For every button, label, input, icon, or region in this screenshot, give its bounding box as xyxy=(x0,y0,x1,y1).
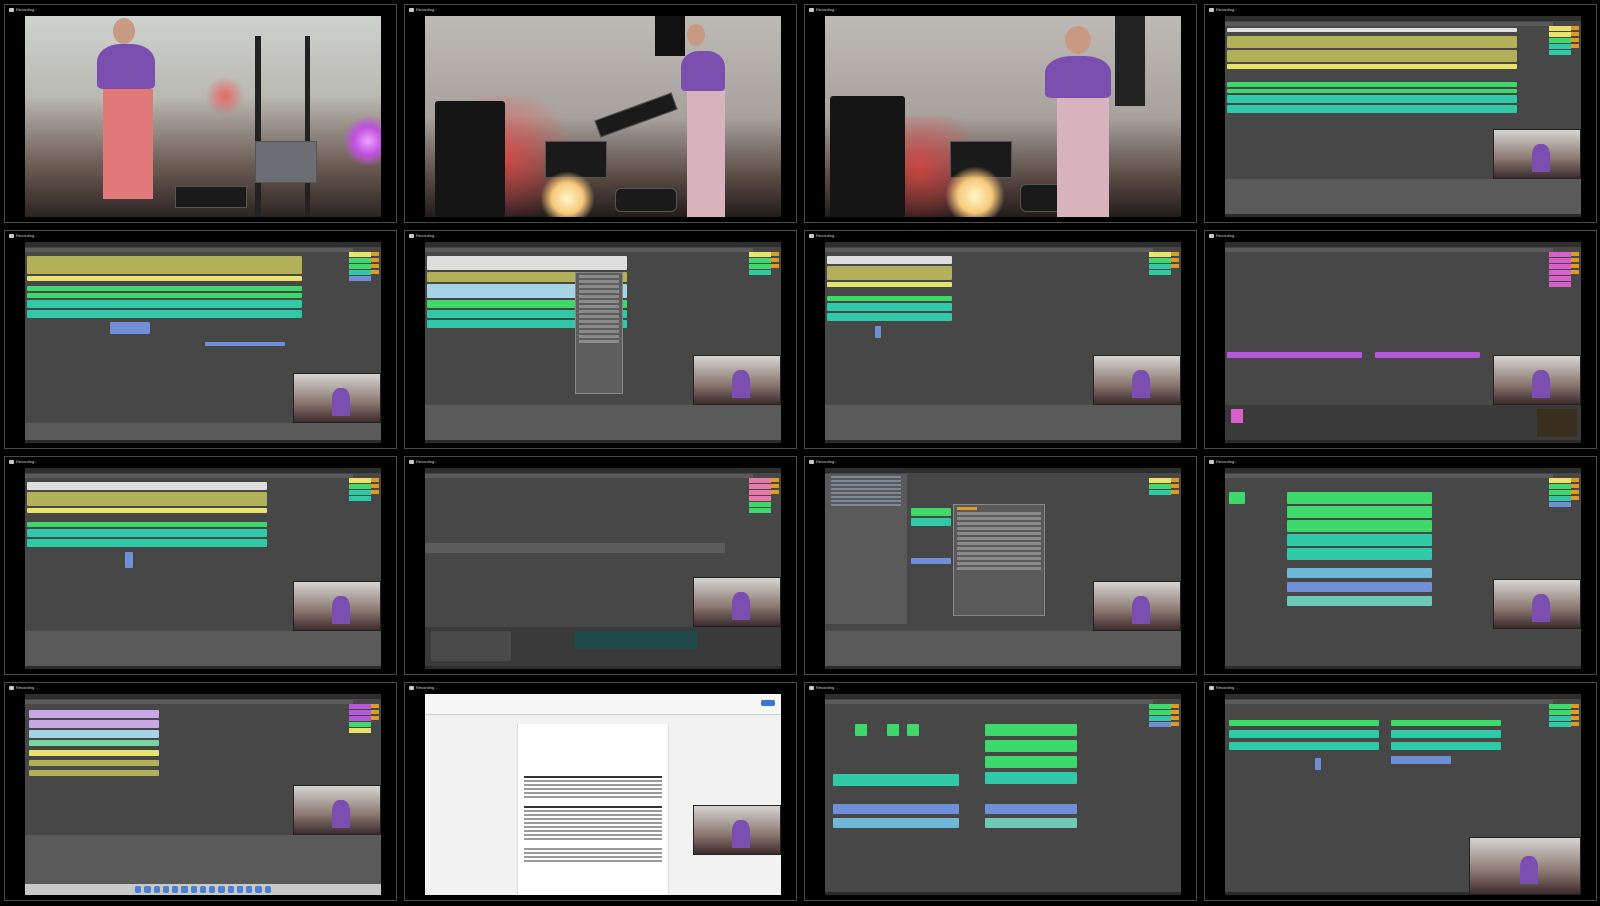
recording-label: Recording... xyxy=(16,7,38,12)
preferences-dialog[interactable] xyxy=(953,504,1045,616)
daw-window xyxy=(825,694,1181,895)
recording-badge: Recording... xyxy=(809,233,838,238)
thumbnail-tile[interactable]: Recording... xyxy=(1204,4,1597,223)
daw-window xyxy=(25,694,381,895)
webcam-overlay xyxy=(1469,837,1581,895)
webcam-overlay xyxy=(293,373,381,423)
document-window xyxy=(425,694,781,895)
thumbnail-tile[interactable]: Recording... xyxy=(4,682,397,901)
recording-badge: Recording... xyxy=(409,459,438,464)
webcam-overlay xyxy=(293,785,381,835)
daw-window xyxy=(825,242,1181,443)
thumbnail-tile[interactable]: Recording... xyxy=(804,682,1197,901)
camera-icon xyxy=(1209,233,1214,238)
camera-icon xyxy=(809,459,814,464)
webcam-overlay xyxy=(1493,129,1581,179)
thumbnail-tile[interactable]: Recording... xyxy=(404,682,797,901)
recording-badge: Recording... xyxy=(409,7,438,12)
recording-label: Recording... xyxy=(16,233,38,238)
webcam-overlay xyxy=(1493,579,1581,629)
thumbnail-tile[interactable]: Recording... xyxy=(804,230,1197,449)
thumbnail-tile[interactable]: Recording... xyxy=(404,4,797,223)
video-frame xyxy=(25,16,381,217)
camera-icon xyxy=(1209,459,1214,464)
camera-icon xyxy=(409,685,414,690)
camera-icon xyxy=(1209,685,1214,690)
thumbnail-tile[interactable]: Recording... xyxy=(404,230,797,449)
recording-badge: Recording... xyxy=(9,685,38,690)
recording-badge: Recording... xyxy=(1209,7,1238,12)
recording-label: Recording... xyxy=(816,7,838,12)
webcam-overlay xyxy=(1093,355,1181,405)
thumbnail-tile[interactable]: Recording... xyxy=(4,4,397,223)
recording-label: Recording... xyxy=(1216,233,1238,238)
recording-label: Recording... xyxy=(1216,7,1238,12)
recording-badge: Recording... xyxy=(809,7,838,12)
webcam-overlay xyxy=(1093,581,1181,631)
recording-label: Recording... xyxy=(1216,459,1238,464)
recording-label: Recording... xyxy=(816,459,838,464)
dock xyxy=(25,884,381,895)
recording-label: Recording... xyxy=(816,233,838,238)
recording-badge: Recording... xyxy=(9,233,38,238)
camera-icon xyxy=(409,233,414,238)
recording-label: Recording... xyxy=(416,685,438,690)
recording-badge: Recording... xyxy=(9,459,38,464)
video-frame xyxy=(825,16,1181,217)
thumbnail-tile[interactable]: Recording... xyxy=(4,456,397,675)
daw-window xyxy=(425,468,781,669)
thumbnail-tile[interactable]: Recording... xyxy=(4,230,397,449)
camera-icon xyxy=(1209,7,1214,12)
camera-icon xyxy=(9,233,14,238)
camera-icon xyxy=(9,7,14,12)
recording-label: Recording... xyxy=(16,685,38,690)
recording-badge: Recording... xyxy=(1209,233,1238,238)
document-page xyxy=(517,724,669,895)
webcam-overlay xyxy=(293,581,381,631)
recording-label: Recording... xyxy=(416,459,438,464)
recording-badge: Recording... xyxy=(809,459,838,464)
video-frame xyxy=(425,16,781,217)
camera-icon xyxy=(809,7,814,12)
recording-label: Recording... xyxy=(816,685,838,690)
recording-badge: Recording... xyxy=(409,233,438,238)
recording-badge: Recording... xyxy=(409,685,438,690)
daw-window xyxy=(1225,694,1581,895)
recording-badge: Recording... xyxy=(1209,459,1238,464)
thumbnail-tile[interactable]: Recording... xyxy=(1204,456,1597,675)
daw-window xyxy=(1225,242,1581,443)
camera-icon xyxy=(409,7,414,12)
camera-icon xyxy=(809,233,814,238)
thumbnail-tile[interactable]: Recording... xyxy=(804,4,1197,223)
recording-badge: Recording... xyxy=(1209,685,1238,690)
thumbnail-tile[interactable]: Recording... xyxy=(804,456,1197,675)
thumbnail-tile[interactable]: Recording... xyxy=(1204,682,1597,901)
webcam-overlay xyxy=(693,805,781,855)
webcam-overlay xyxy=(693,355,781,405)
context-menu[interactable] xyxy=(575,272,623,394)
recording-badge: Recording... xyxy=(9,7,38,12)
webcam-overlay xyxy=(1493,355,1581,405)
recording-label: Recording... xyxy=(1216,685,1238,690)
document-toolbar xyxy=(425,694,781,715)
recording-badge: Recording... xyxy=(809,685,838,690)
camera-icon xyxy=(809,685,814,690)
camera-icon xyxy=(9,459,14,464)
recording-label: Recording... xyxy=(416,233,438,238)
thumbnail-tile[interactable]: Recording... xyxy=(404,456,797,675)
camera-icon xyxy=(9,685,14,690)
camera-icon xyxy=(409,459,414,464)
daw-window xyxy=(425,242,781,443)
daw-window xyxy=(25,468,381,669)
recording-label: Recording... xyxy=(16,459,38,464)
recording-label: Recording... xyxy=(416,7,438,12)
daw-window xyxy=(825,468,1181,669)
thumbnail-tile[interactable]: Recording... xyxy=(1204,230,1597,449)
daw-window xyxy=(1225,468,1581,669)
daw-window xyxy=(25,242,381,443)
thumbnail-grid: Recording... Recording... Recording... R… xyxy=(4,4,1597,902)
webcam-overlay xyxy=(693,577,781,627)
daw-window xyxy=(1225,16,1581,217)
